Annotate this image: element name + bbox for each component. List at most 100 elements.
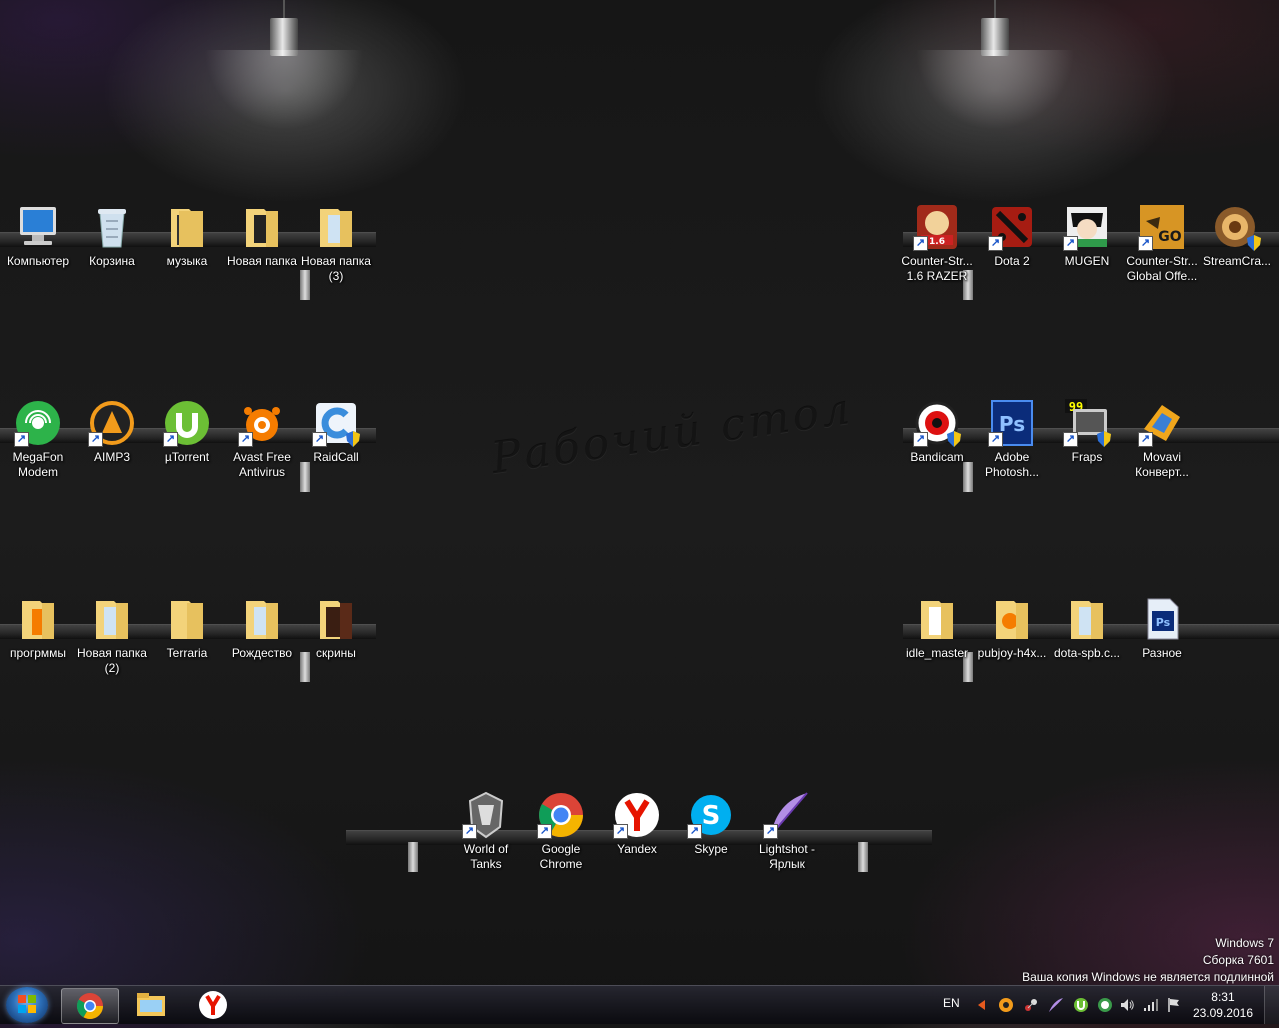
shortcut-arrow-icon: ↗ [312,432,327,447]
desktop-icon-avast[interactable]: ↗ Avast Free Antivirus [224,399,300,480]
desktop-icon-new-folder-2[interactable]: Новая папка (2) [74,595,150,676]
start-button[interactable] [6,987,48,1023]
shortcut-arrow-icon: ↗ [763,824,778,839]
tray-aimp-icon[interactable] [998,997,1014,1013]
desktop-icon-dota-spb-folder[interactable]: dota-spb.c... [1049,595,1125,661]
desktop-icon-music-folder[interactable]: музыка [149,203,225,269]
icon-label: MegaFon Modem [12,450,64,479]
folder-icon [238,203,286,251]
icon-label: StreamCra... [1202,254,1271,268]
tray-network-tool-icon[interactable] [1023,997,1039,1013]
desktop-icon-new-folder[interactable]: Новая папка [224,203,300,269]
taskbar-yandex-button[interactable] [185,988,241,1022]
movavi-icon: ↗ [1138,399,1186,447]
icon-label: Dota 2 [994,254,1030,268]
desktop-icon-mugen[interactable]: ↗ MUGEN [1049,203,1125,269]
icon-label: Counter-Str... 1.6 RAZER [901,254,973,283]
chrome-icon [76,993,104,1020]
desktop-icon-skype[interactable]: S ↗ Skype [673,791,749,857]
icon-label: µTorrent [164,450,210,464]
shelf-post [300,462,310,492]
icon-label: AIMP3 [93,450,130,464]
windows-version: Windows 7 [1215,936,1274,950]
icon-label: dota-spb.c... [1053,646,1121,660]
megafon-icon: ↗ [14,399,62,447]
desktop-icon-screenshots-folder[interactable]: скрины [298,595,374,661]
shortcut-arrow-icon: ↗ [1063,236,1078,251]
folder-icon [312,203,360,251]
taskbar-explorer-button[interactable] [123,988,179,1022]
folder-icon [913,595,961,643]
mugen-icon: ↗ [1063,203,1111,251]
shortcut-arrow-icon: ↗ [613,824,628,839]
desktop-icon-counter-strike-16[interactable]: 1.6 ↗ Counter-Str... 1.6 RAZER [899,203,975,284]
desktop-icon-recycle-bin[interactable]: Корзина [74,203,150,269]
desktop-icon-world-of-tanks[interactable]: ↗ World of Tanks [448,791,524,872]
desktop-icon-google-chrome[interactable]: ↗ Google Chrome [523,791,599,872]
shortcut-arrow-icon: ↗ [163,432,178,447]
show-desktop-button[interactable] [1264,986,1279,1024]
ceiling-lamp-left [204,0,364,130]
desktop-icon-bandicam[interactable]: ↗ Bandicam [899,399,975,465]
desktop-icon-lightshot[interactable]: ↗ Lightshot - Ярлык [749,791,825,872]
desktop-icon-terraria-folder[interactable]: Terraria [149,595,225,661]
desktop-icon-programs-folder[interactable]: прогрммы [0,595,76,661]
language-indicator[interactable]: EN [943,996,960,1010]
folder-icon [988,595,1036,643]
action-center-flag-icon[interactable] [1166,997,1182,1013]
icon-label: Adobe Photosh... [984,450,1040,479]
icon-label: Рождество [231,646,293,660]
desktop-icon-christmas-folder[interactable]: Рождество [224,595,300,661]
desktop-icon-new-folder-3[interactable]: Новая папка (3) [298,203,374,284]
desktop-icon-fraps[interactable]: 99 ↗ Fraps [1049,399,1125,465]
shortcut-arrow-icon: ↗ [687,824,702,839]
desktop-icon-aimp3[interactable]: ↗ AIMP3 [74,399,150,465]
volume-icon[interactable] [1119,997,1135,1013]
icon-label: MUGEN [1064,254,1110,268]
desktop-icon-streamcraft[interactable]: StreamCra... [1199,203,1275,269]
shortcut-arrow-icon: ↗ [1138,432,1153,447]
shelf-post [408,842,418,872]
svg-text:GO: GO [1158,229,1181,245]
desktop-icon-megafon-modem[interactable]: ↗ MegaFon Modem [0,399,76,480]
desktop-icon-dota2[interactable]: ↗ Dota 2 [974,203,1050,269]
dota2-icon: ↗ [988,203,1036,251]
desktop-icon-yandex[interactable]: ↗ Yandex [599,791,675,857]
desktop-icon-utorrent[interactable]: ↗ µTorrent [149,399,225,465]
taskbar-clock[interactable]: 8:31 23.09.2016 [1193,989,1253,1021]
tray-arrow-icon[interactable] [973,997,989,1013]
tray-utorrent-icon[interactable] [1073,997,1089,1013]
icon-label: Компьютер [6,254,70,268]
folder-icon [88,595,136,643]
network-signal-icon[interactable] [1143,997,1159,1013]
photoshop-icon: Ps ↗ [988,399,1036,447]
explorer-icon [137,993,165,1016]
icon-label: RaidCall [313,450,359,464]
desktop-icon-misc-folder[interactable]: Ps Разное [1124,595,1200,661]
shortcut-arrow-icon: ↗ [988,236,1003,251]
desktop-icon-idle-master-folder[interactable]: idle_master [899,595,975,661]
desktop-icon-photoshop[interactable]: Ps ↗ Adobe Photosh... [974,399,1050,480]
desktop-icon-raidcall[interactable]: ↗ RaidCall [298,399,374,465]
desktop-icon-csgo[interactable]: GO ↗ Counter-Str... Global Offe... [1124,203,1200,284]
desktop-icon-pubjoy-folder[interactable]: pubjoy-h4x... [974,595,1050,661]
shortcut-arrow-icon: ↗ [913,236,928,251]
folder-icon [238,595,286,643]
icon-label: Google Chrome [539,842,583,871]
svg-text:Ps: Ps [1156,616,1171,629]
shortcut-arrow-icon: ↗ [238,432,253,447]
tray-lightshot-icon[interactable] [1048,997,1064,1013]
recycle-bin-icon [88,203,136,251]
desktop-icon-computer[interactable]: Компьютер [0,203,76,269]
icon-label: Movavi Конверт... [1135,450,1189,479]
csgo-icon: GO ↗ [1138,203,1186,251]
icon-label: Avast Free Antivirus [233,450,291,479]
tray-globe-icon[interactable] [1097,997,1113,1013]
icon-label: Bandicam [910,450,964,464]
taskbar-chrome-button[interactable] [61,988,119,1024]
uac-shield-icon [1097,431,1111,447]
genuine-warning: Ваша копия Windows не является подлинной [1022,970,1274,984]
desktop-icon-movavi[interactable]: ↗ Movavi Конверт... [1124,399,1200,480]
icon-label: Skype [694,842,728,856]
clock-time: 8:31 [1211,990,1235,1004]
